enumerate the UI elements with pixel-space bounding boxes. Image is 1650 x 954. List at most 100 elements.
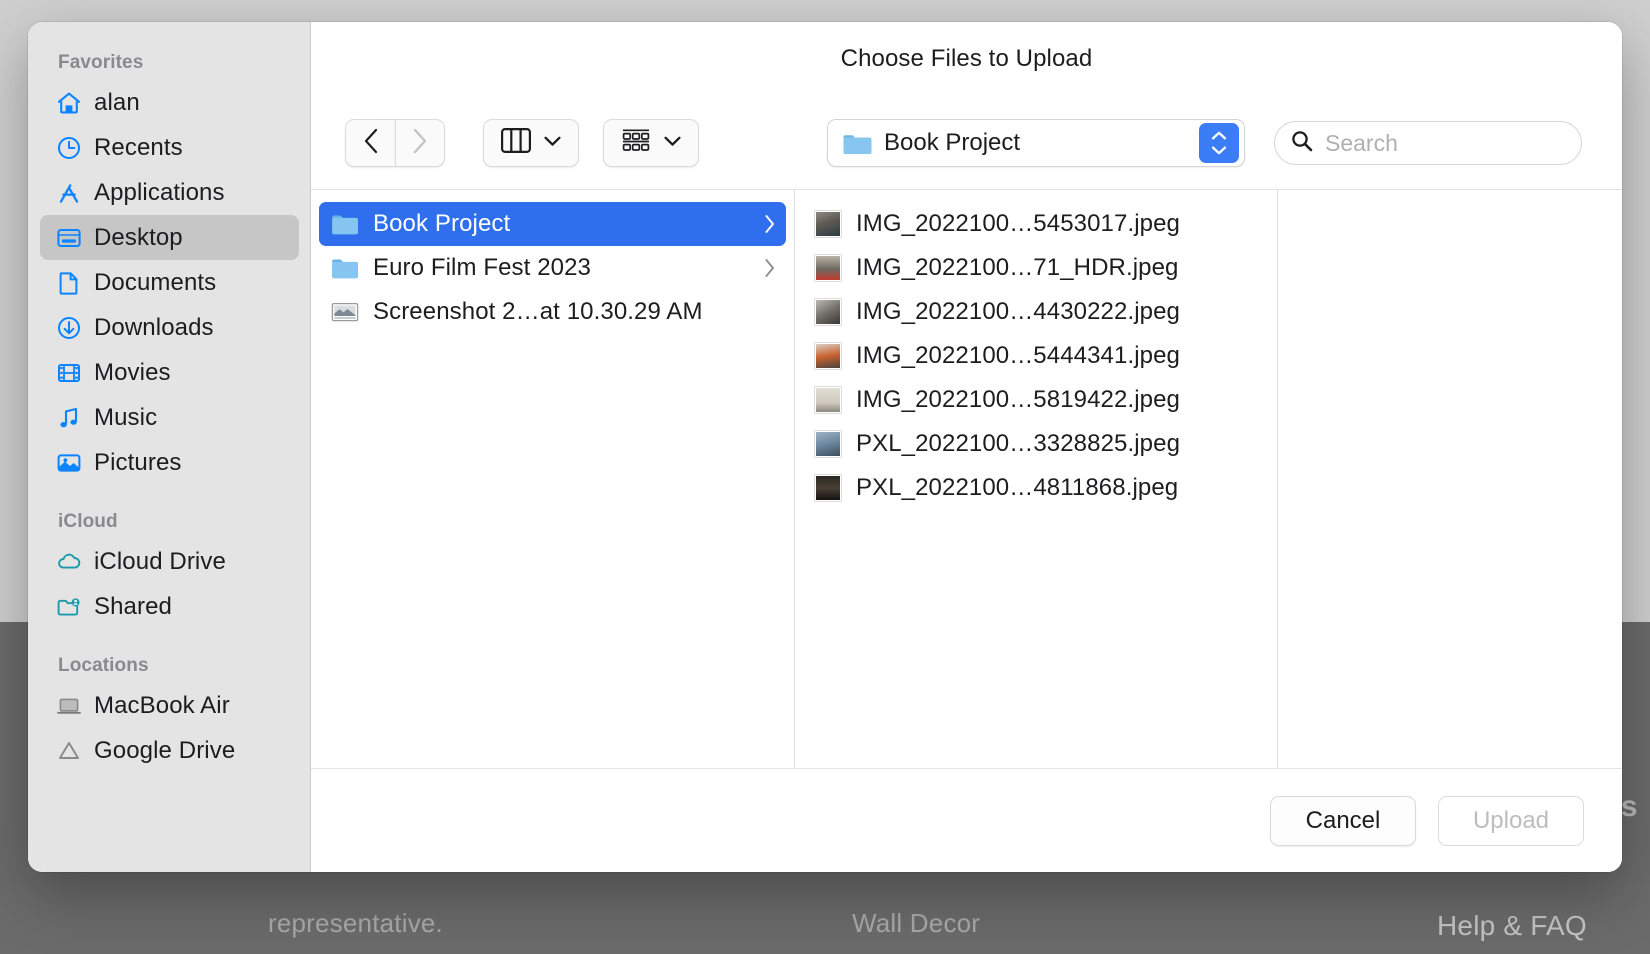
chevron-right-icon	[412, 128, 428, 159]
row-label: IMG_2022100…5819422.jpeg	[856, 386, 1180, 413]
folder-row[interactable]: Euro Film Fest 2023	[319, 246, 786, 290]
cloud-icon	[56, 549, 82, 575]
search-field[interactable]	[1274, 121, 1582, 165]
photo-thumb-1	[814, 210, 842, 238]
sidebar-item-recents[interactable]: Recents	[40, 125, 299, 170]
row-label: PXL_2022100…4811868.jpeg	[856, 474, 1179, 501]
search-input[interactable]	[1325, 129, 1565, 157]
screenshot-icon	[331, 298, 359, 326]
sidebar-item-label: Documents	[94, 268, 217, 296]
photo-thumb-6	[814, 430, 842, 458]
sidebar-item-label: alan	[94, 88, 140, 116]
applications-icon	[56, 180, 82, 206]
desktop-icon	[56, 225, 82, 251]
laptop-icon	[56, 693, 82, 719]
row-label: Screenshot 2…at 10.30.29 AM	[373, 298, 703, 325]
row-label: Book Project	[373, 210, 511, 237]
sidebar-item-shared[interactable]: Shared	[40, 584, 299, 629]
sidebar-item-applications[interactable]: Applications	[40, 170, 299, 215]
sidebar-item-movies[interactable]: Movies	[40, 350, 299, 395]
dialog-footer: Cancel Upload	[311, 768, 1622, 872]
photo-thumb-3	[814, 298, 842, 326]
music-note-icon	[56, 405, 82, 431]
path-popup-button[interactable]: Book Project	[827, 119, 1245, 167]
file-row[interactable]: IMG_2022100…5819422.jpeg	[802, 378, 1269, 422]
shared-folder-icon	[56, 594, 82, 620]
back-button[interactable]	[345, 119, 395, 167]
sidebar-section-title-locations: Locations	[58, 655, 149, 676]
sidebar-item-downloads[interactable]: Downloads	[40, 305, 299, 350]
path-stepper[interactable]	[1199, 123, 1239, 163]
background-text-wall-decor: Wall Decor	[852, 908, 981, 938]
sidebar-item-label: Shared	[94, 592, 172, 620]
arrange-items-button[interactable]	[603, 119, 699, 167]
sidebar: Favorites alan Recents Applications Desktop D…	[28, 22, 311, 872]
sidebar-item-label: Music	[94, 403, 158, 431]
folder-icon	[331, 254, 359, 282]
forward-button[interactable]	[395, 119, 445, 167]
row-label: IMG_2022100…5444341.jpeg	[856, 342, 1180, 369]
row-label: IMG_2022100…4430222.jpeg	[856, 298, 1180, 325]
home-icon	[56, 90, 82, 116]
sidebar-section-title-favorites: Favorites	[58, 52, 144, 73]
group-items-icon	[621, 128, 651, 158]
file-row[interactable]: PXL_2022100…4811868.jpeg	[802, 466, 1269, 510]
sidebar-item-desktop[interactable]: Desktop	[40, 215, 299, 260]
document-icon	[56, 270, 82, 296]
download-icon	[56, 315, 82, 341]
file-row[interactable]: IMG_2022100…5453017.jpeg	[802, 202, 1269, 246]
row-label: IMG_2022100…5453017.jpeg	[856, 210, 1180, 237]
column-browser: Book Project Euro Film Fest 2023 Screensho…	[311, 190, 1622, 768]
background-link-help-faq[interactable]: Help & FAQ	[1437, 910, 1587, 942]
folder-row[interactable]: Screenshot 2…at 10.30.29 AM	[319, 290, 786, 334]
folder-row[interactable]: Book Project	[319, 202, 786, 246]
dialog-titlebar: Choose Files to Upload	[311, 22, 1622, 96]
sidebar-item-label: Downloads	[94, 313, 214, 341]
photo-thumb-2	[814, 254, 842, 282]
sidebar-item-label: Recents	[94, 133, 183, 161]
path-label: Book Project	[884, 129, 1021, 156]
sidebar-item-icloud-drive[interactable]: iCloud Drive	[40, 539, 299, 584]
sidebar-item-music[interactable]: Music	[40, 395, 299, 440]
column-view-icon	[501, 128, 531, 158]
sidebar-item-label: Desktop	[94, 223, 183, 251]
row-label: PXL_2022100…3328825.jpeg	[856, 430, 1181, 457]
sidebar-item-pictures[interactable]: Pictures	[40, 440, 299, 485]
toolbar: Book Project	[311, 96, 1622, 190]
file-row[interactable]: PXL_2022100…3328825.jpeg	[802, 422, 1269, 466]
photo-thumb-4	[814, 342, 842, 370]
sidebar-item-documents[interactable]: Documents	[40, 260, 299, 305]
upload-button[interactable]: Upload	[1438, 795, 1584, 846]
sidebar-item-alan[interactable]: alan	[40, 80, 299, 125]
view-mode-button[interactable]	[483, 119, 579, 167]
file-row[interactable]: IMG_2022100…4430222.jpeg	[802, 290, 1269, 334]
sidebar-item-google-drive[interactable]: Google Drive	[40, 728, 299, 773]
sidebar-item-label: Pictures	[94, 448, 182, 476]
picture-icon	[56, 450, 82, 476]
sidebar-item-macbook-air[interactable]: MacBook Air	[40, 683, 299, 728]
search-icon	[1291, 130, 1313, 157]
sidebar-item-label: Movies	[94, 358, 171, 386]
row-label: Euro Film Fest 2023	[373, 254, 591, 281]
film-icon	[56, 360, 82, 386]
folder-icon	[331, 210, 359, 238]
dialog-title: Choose Files to Upload	[840, 45, 1093, 72]
file-row[interactable]: IMG_2022100…71_HDR.jpeg	[802, 246, 1269, 290]
photo-thumb-5	[814, 386, 842, 414]
chevron-down-icon	[544, 134, 561, 152]
browser-column-files: IMG_2022100…5453017.jpeg IMG_2022100…71_H…	[794, 190, 1277, 768]
sidebar-item-label: MacBook Air	[94, 691, 230, 719]
clock-icon	[56, 135, 82, 161]
file-picker-dialog: Favorites alan Recents Applications Desktop D…	[28, 22, 1622, 872]
file-row[interactable]: IMG_2022100…5444341.jpeg	[802, 334, 1269, 378]
sidebar-item-label: Google Drive	[94, 736, 236, 764]
chevron-right-icon	[764, 214, 776, 234]
chevron-right-icon	[764, 258, 776, 278]
google-drive-icon	[56, 738, 82, 764]
photo-thumb-7	[814, 474, 842, 502]
cancel-button[interactable]: Cancel	[1270, 795, 1416, 846]
background-text-representative: representative.	[268, 908, 443, 938]
chevron-left-icon	[363, 128, 379, 159]
folder-icon	[842, 131, 872, 156]
sidebar-item-label: iCloud Drive	[94, 547, 226, 575]
